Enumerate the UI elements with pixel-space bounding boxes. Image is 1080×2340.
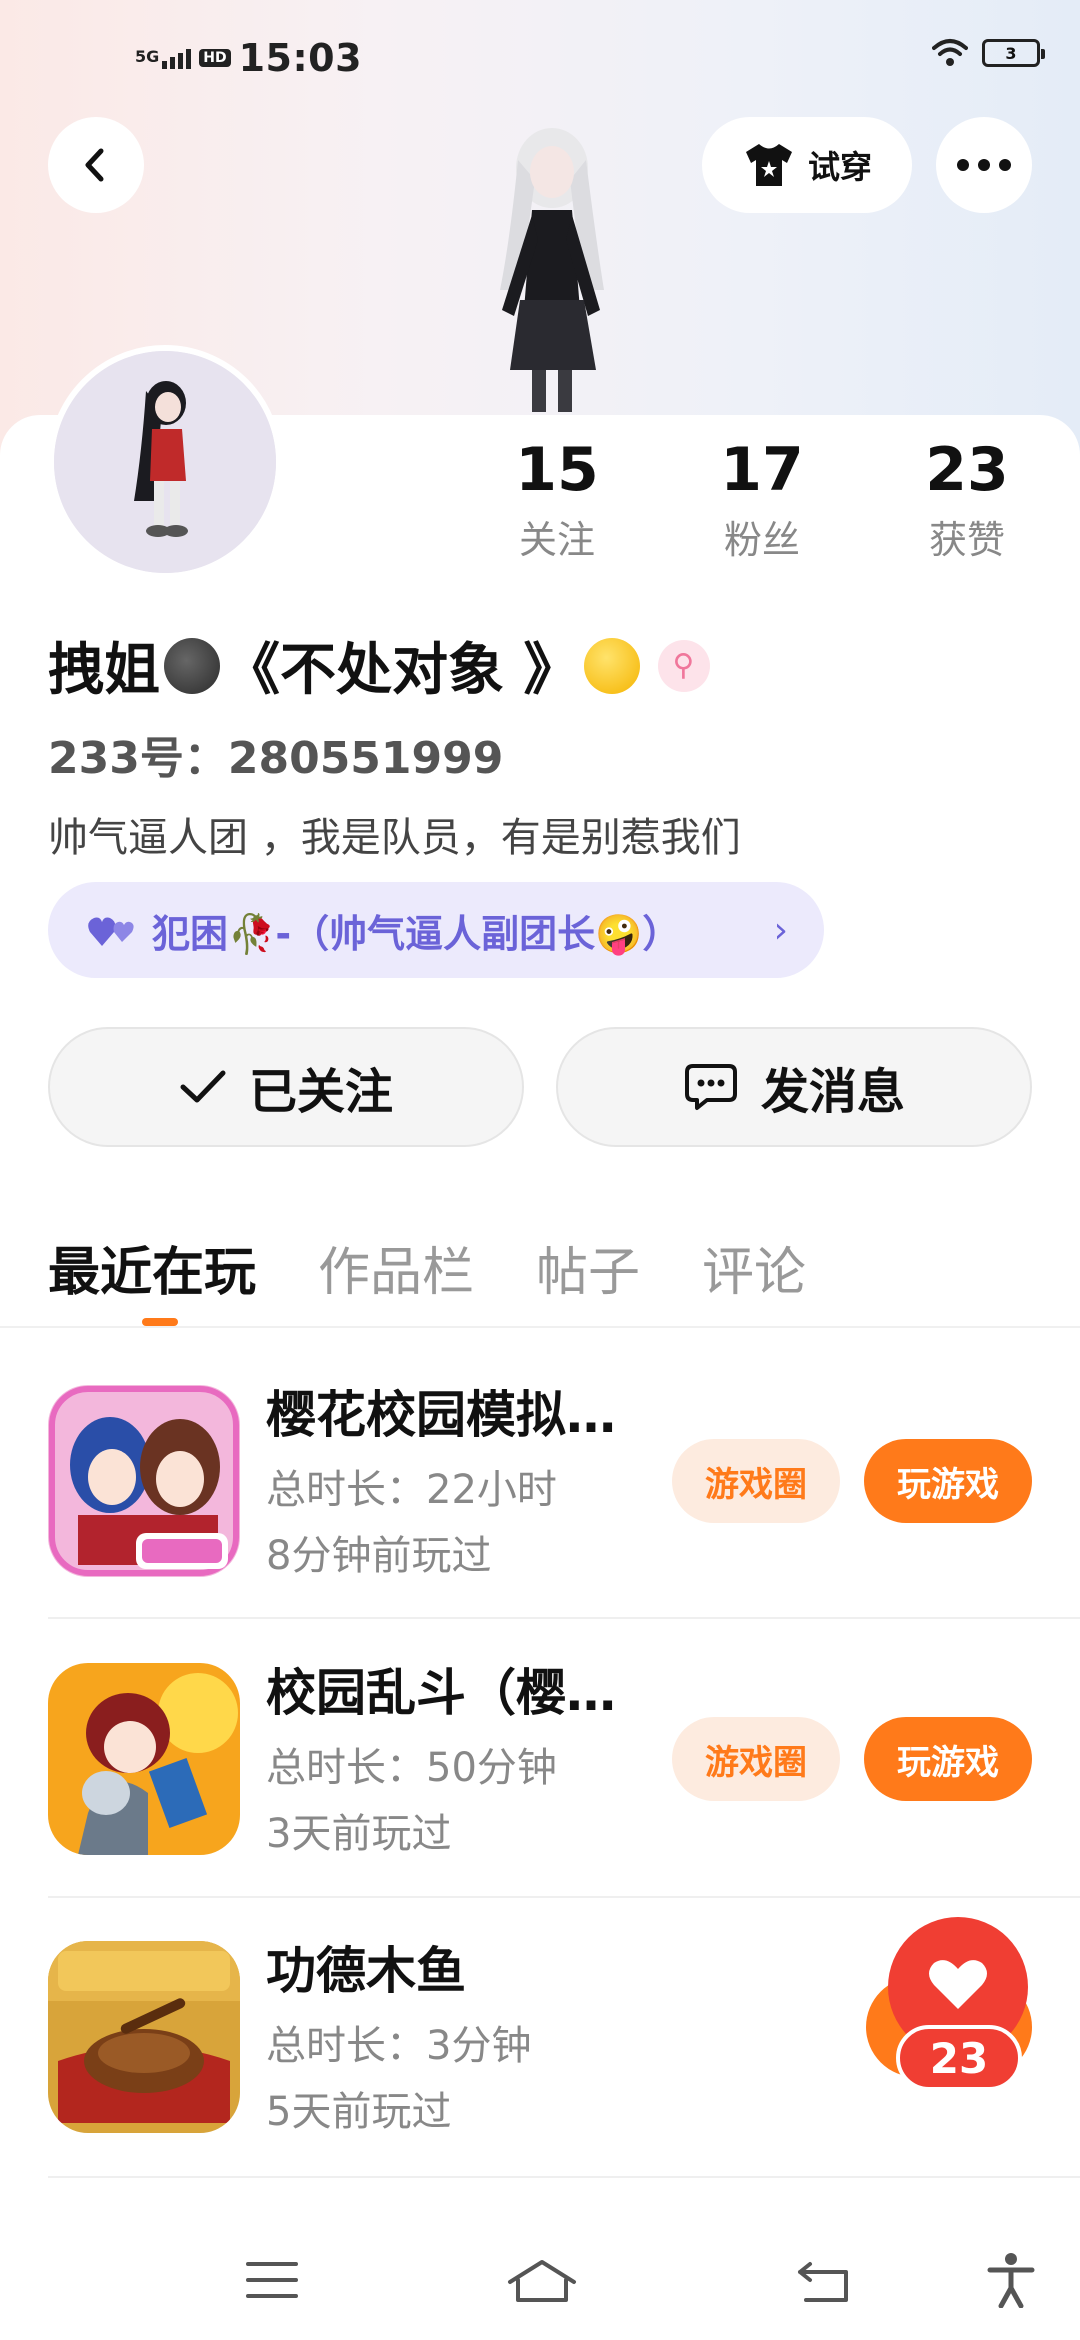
chevron-right-icon: ›	[773, 909, 788, 951]
nickname-part2: 《不处对象 》	[224, 638, 580, 703]
back-nav-icon[interactable]	[796, 2258, 854, 2304]
game-title: 功德木鱼	[266, 1942, 466, 2000]
user-id: 233号：280551999	[48, 733, 504, 784]
game-title: 校园乱斗（樱…	[266, 1664, 616, 1722]
stat-likes[interactable]: 23 获赞	[892, 435, 1042, 564]
chevron-left-icon	[85, 148, 104, 182]
game-icon-wooden-fish	[48, 1941, 240, 2133]
likes-label: 获赞	[928, 518, 1005, 562]
system-nav-bar	[0, 2210, 1080, 2340]
tabs-divider	[0, 1326, 1080, 1328]
menu-icon[interactable]	[244, 2258, 300, 2302]
game-row[interactable]: 校园乱斗（樱… 总时长：50分钟 3天前玩过 游戏圈 玩游戏	[0, 1663, 1080, 1943]
profile-stats: 15 关注 17 粉丝 23 获赞	[0, 435, 1080, 575]
likes-count: 23	[925, 435, 1009, 505]
tab-comments[interactable]: 评论	[702, 1230, 806, 1305]
following-count: 15	[515, 435, 599, 505]
gender-symbol: ⚲	[672, 648, 695, 683]
game-last-played: 8分钟前玩过	[266, 1533, 492, 1579]
floating-like-button[interactable]: 23	[866, 1917, 1032, 2117]
status-bar: 5G HD 15:03 3	[0, 30, 1080, 90]
game-circle-button[interactable]: 游戏圈	[672, 1439, 840, 1523]
home-icon[interactable]	[506, 2258, 578, 2304]
more-button[interactable]	[936, 117, 1032, 213]
game-last-played: 3天前玩过	[266, 1811, 452, 1857]
followers-label: 粉丝	[723, 518, 800, 562]
nickname-part1: 拽姐	[48, 638, 160, 703]
stat-following[interactable]: 15 关注	[482, 435, 632, 564]
wifi-icon	[932, 39, 968, 66]
check-icon	[180, 1070, 226, 1103]
following-button[interactable]: 已关注	[48, 1027, 524, 1147]
send-message-label: 发消息	[760, 1064, 905, 1120]
battery-icon: 3	[982, 39, 1045, 67]
profile-tabs: 最近在玩 作品栏 帖子 评论	[48, 1230, 806, 1305]
tab-recently-played[interactable]: 最近在玩	[48, 1230, 256, 1305]
group-chip[interactable]: 犯困🥀-（帅气逼人副团长🤪） ›	[48, 882, 824, 978]
female-gender-icon: ⚲	[657, 639, 710, 692]
hearts-icon	[88, 917, 134, 946]
game-duration: 总时长：22小时	[266, 1467, 557, 1513]
nickname: 拽姐 《不处对象 》 ⚲	[48, 625, 710, 706]
try-on-button[interactable]: 试穿	[702, 117, 912, 213]
chat-bubble-icon	[684, 1064, 737, 1110]
following-label-text: 已关注	[248, 1064, 393, 1120]
network-type: 5G	[135, 47, 160, 66]
stat-followers[interactable]: 17 粉丝	[687, 435, 837, 564]
battery-level: 3	[1005, 43, 1017, 63]
play-game-button[interactable]: 玩游戏	[864, 1717, 1032, 1801]
row-divider	[48, 1896, 1080, 1898]
back-button[interactable]	[48, 117, 144, 213]
smirk-emoji-icon	[583, 637, 640, 694]
game-icon-school-brawl	[48, 1663, 240, 1855]
try-on-label: 试穿	[807, 148, 872, 186]
game-title: 樱花校园模拟…	[266, 1386, 616, 1444]
dark-moon-emoji-icon	[164, 637, 220, 694]
hd-icon: HD	[199, 49, 231, 67]
row-divider	[48, 1617, 1080, 1619]
game-duration: 总时长：3分钟	[266, 2023, 532, 2069]
game-row[interactable]: 樱花校园模拟… 总时长：22小时 8分钟前玩过 游戏圈 玩游戏	[0, 1385, 1080, 1665]
signal-icon: 5G	[135, 47, 192, 69]
clock: 15:03	[238, 36, 363, 80]
like-count: 23	[896, 2025, 1022, 2091]
game-duration: 总时长：50分钟	[266, 1745, 557, 1791]
accessibility-icon[interactable]	[986, 2252, 1036, 2308]
tab-posts[interactable]: 帖子	[536, 1230, 640, 1305]
row-divider	[48, 2176, 1080, 2178]
game-last-played: 5天前玩过	[266, 2089, 452, 2135]
followers-count: 17	[720, 435, 804, 505]
tab-works[interactable]: 作品栏	[318, 1230, 474, 1305]
avatar-3d-character	[500, 128, 604, 412]
user-bio: 帅气逼人团 ，我是队员，有是别惹我们	[48, 815, 741, 861]
send-message-button[interactable]: 发消息	[556, 1027, 1032, 1147]
game-circle-button[interactable]: 游戏圈	[672, 1717, 840, 1801]
following-label: 关注	[518, 518, 595, 562]
play-game-button[interactable]: 玩游戏	[864, 1439, 1032, 1523]
more-dots-icon	[957, 159, 1011, 171]
game-icon-sakura-school	[48, 1385, 240, 1577]
group-text: 犯困🥀-（帅气逼人副团长🤪）	[152, 911, 681, 956]
active-tab-indicator	[142, 1318, 178, 1326]
tshirt-icon	[745, 144, 792, 186]
